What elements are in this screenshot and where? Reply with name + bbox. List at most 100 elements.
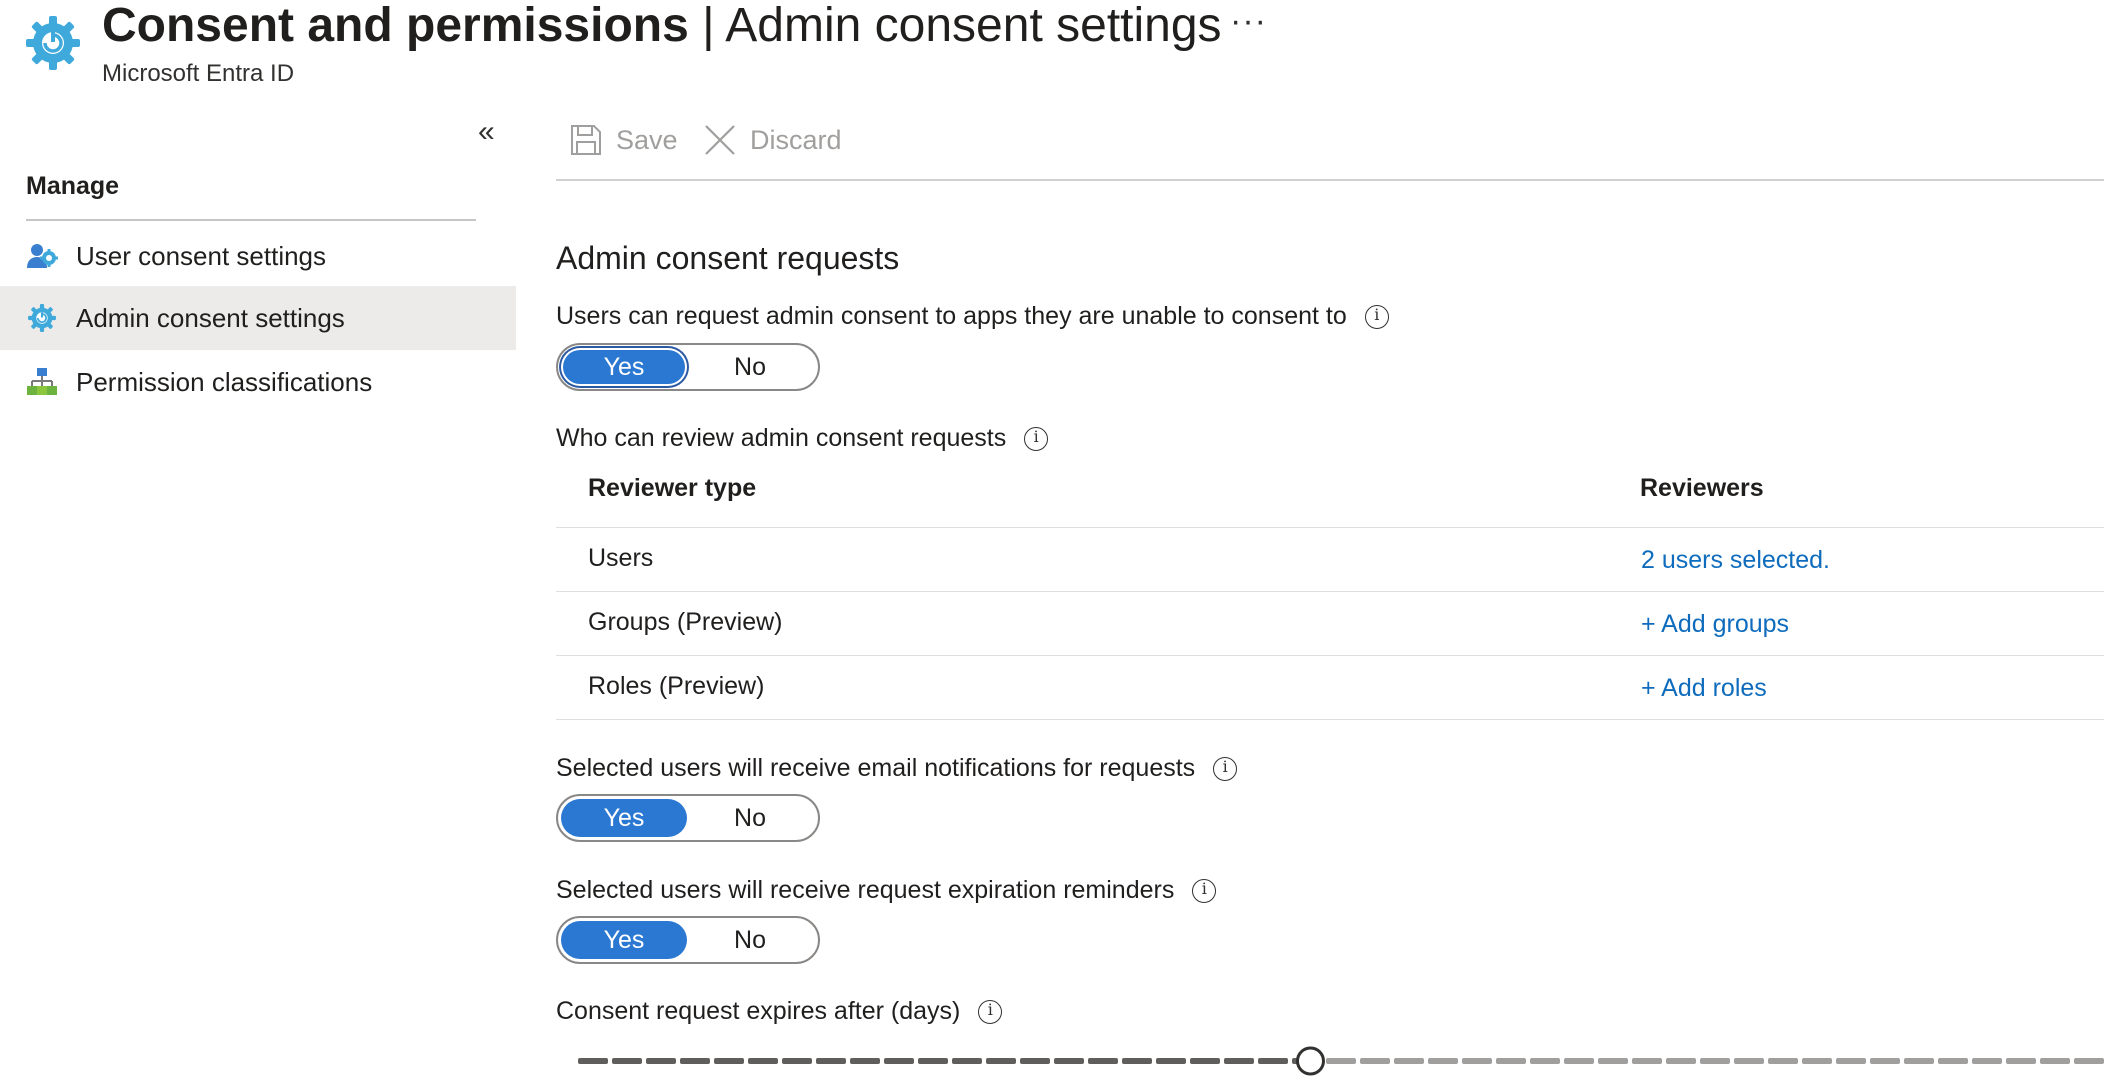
expiration-reminders-label-text: Selected users will receive request expi… bbox=[556, 876, 1175, 904]
discard-button[interactable]: Discard bbox=[704, 124, 842, 156]
slider-track-segment bbox=[1938, 1058, 1968, 1064]
manage-heading: Manage bbox=[26, 172, 120, 200]
request-consent-no[interactable]: No bbox=[687, 348, 813, 386]
request-consent-label-text: Users can request admin consent to apps … bbox=[556, 302, 1347, 330]
info-icon[interactable] bbox=[1364, 304, 1389, 329]
column-header-reviewer-type: Reviewer type bbox=[588, 474, 757, 502]
email-notifications-no[interactable]: No bbox=[687, 799, 813, 837]
slider-track-segment bbox=[1360, 1058, 1390, 1064]
slider-track-segment bbox=[2040, 1058, 2070, 1064]
users-selected-link[interactable]: 2 users selected. bbox=[1641, 546, 1830, 575]
slider-track-segment bbox=[1734, 1058, 1764, 1064]
table-row-divider bbox=[556, 591, 2104, 592]
save-button[interactable]: Save bbox=[570, 124, 678, 156]
slider-track-segment bbox=[1700, 1058, 1730, 1064]
slider-track-segment bbox=[612, 1058, 642, 1064]
reviewers-label-text: Who can review admin consent requests bbox=[556, 424, 1007, 452]
slider-track-segment bbox=[1904, 1058, 1934, 1064]
table-row-divider bbox=[556, 719, 2104, 720]
section-title: Admin consent requests bbox=[556, 240, 900, 276]
table-row-divider bbox=[556, 527, 2104, 528]
save-icon bbox=[571, 125, 601, 155]
expiration-reminders-label: Selected users will receive request expi… bbox=[556, 876, 1217, 905]
slider-track-segment bbox=[1768, 1058, 1798, 1064]
slider-track-segment bbox=[1190, 1058, 1220, 1064]
slider-track-segment bbox=[1020, 1058, 1050, 1064]
slider-track-segment bbox=[1258, 1058, 1288, 1064]
request-consent-label: Users can request admin consent to apps … bbox=[556, 302, 1389, 331]
slider-track-segment bbox=[1836, 1058, 1866, 1064]
slider-track-segment bbox=[1598, 1058, 1628, 1064]
slider-track-segment bbox=[1632, 1058, 1662, 1064]
sidebar-item-label: Admin consent settings bbox=[76, 302, 345, 333]
slider-track-segment bbox=[1496, 1058, 1526, 1064]
slider-track-segment bbox=[986, 1058, 1016, 1064]
info-icon[interactable] bbox=[978, 999, 1003, 1024]
slider-track-segment bbox=[2074, 1058, 2104, 1064]
slider-track-segment bbox=[1870, 1058, 1900, 1064]
sidebar-item-label: Permission classifications bbox=[76, 366, 373, 397]
slider-track-segment bbox=[1156, 1058, 1186, 1064]
manage-divider bbox=[26, 219, 476, 221]
slider-track-segment bbox=[578, 1058, 608, 1064]
slider-track-segment bbox=[782, 1058, 812, 1064]
slider-track-segment bbox=[952, 1058, 982, 1064]
reviewers-label: Who can review admin consent requests bbox=[556, 424, 1049, 453]
table-row-type: Groups (Preview) bbox=[588, 608, 783, 636]
info-icon[interactable] bbox=[1213, 756, 1238, 781]
slider-track-segment bbox=[1564, 1058, 1594, 1064]
slider-track-segment bbox=[1972, 1058, 2002, 1064]
expires-after-label-text: Consent request expires after (days) bbox=[556, 997, 961, 1025]
slider-track-segment bbox=[1088, 1058, 1118, 1064]
slider-track-segment bbox=[1428, 1058, 1458, 1064]
expiration-days-slider[interactable] bbox=[578, 1046, 2104, 1076]
sidebar-item-permission-classifications[interactable]: Permission classifications bbox=[0, 350, 516, 414]
page-title-rest: | Admin consent settings bbox=[688, 0, 1222, 52]
expiration-reminders-no[interactable]: No bbox=[687, 921, 813, 959]
email-notifications-label: Selected users will receive email notifi… bbox=[556, 754, 1238, 783]
slider-thumb[interactable] bbox=[1295, 1046, 1325, 1076]
hierarchy-icon bbox=[26, 366, 58, 398]
email-notifications-toggle[interactable]: Yes No bbox=[556, 794, 820, 842]
close-icon bbox=[705, 125, 735, 155]
expiration-reminders-toggle[interactable]: Yes No bbox=[556, 916, 820, 964]
slider-track-segment bbox=[1394, 1058, 1424, 1064]
gear-icon bbox=[24, 14, 82, 72]
sidebar-item-label: User consent settings bbox=[76, 240, 327, 271]
slider-track-segment bbox=[1462, 1058, 1492, 1064]
slider-track-segment bbox=[816, 1058, 846, 1064]
table-row-divider bbox=[556, 655, 2104, 656]
sidebar-item-user-consent-settings[interactable]: User consent settings bbox=[0, 224, 516, 288]
add-groups-link[interactable]: + Add groups bbox=[1641, 610, 1789, 639]
slider-track-segment bbox=[1802, 1058, 1832, 1064]
slider-track-segment bbox=[1122, 1058, 1152, 1064]
page-title: Consent and permissions | Admin consent … bbox=[102, 0, 1222, 56]
collapse-sidebar-button[interactable]: « bbox=[478, 117, 495, 147]
slider-track-segment bbox=[884, 1058, 914, 1064]
info-icon[interactable] bbox=[1024, 426, 1049, 451]
gear-icon bbox=[26, 302, 58, 334]
slider-track-segment bbox=[1530, 1058, 1560, 1064]
more-options-button[interactable]: ··· bbox=[1230, 2, 1267, 41]
email-notifications-yes[interactable]: Yes bbox=[561, 799, 687, 837]
discard-label: Discard bbox=[750, 124, 842, 155]
email-notifications-label-text: Selected users will receive email notifi… bbox=[556, 754, 1196, 782]
sidebar-item-admin-consent-settings[interactable]: Admin consent settings bbox=[0, 286, 516, 350]
add-roles-link[interactable]: + Add roles bbox=[1641, 674, 1767, 703]
slider-track-segment bbox=[680, 1058, 710, 1064]
slider-track-segment bbox=[1054, 1058, 1084, 1064]
slider-track-segment bbox=[748, 1058, 778, 1064]
request-consent-yes[interactable]: Yes bbox=[561, 348, 687, 386]
slider-track-segment bbox=[1326, 1058, 1356, 1064]
info-icon[interactable] bbox=[1192, 878, 1217, 903]
expiration-reminders-yes[interactable]: Yes bbox=[561, 921, 687, 959]
page-title-strong: Consent and permissions bbox=[102, 0, 689, 52]
slider-track-segment bbox=[1224, 1058, 1254, 1064]
table-row-type: Roles (Preview) bbox=[588, 672, 765, 700]
request-consent-toggle[interactable]: Yes No bbox=[556, 343, 820, 391]
expires-after-label: Consent request expires after (days) bbox=[556, 997, 1003, 1026]
table-row-type: Users bbox=[588, 544, 654, 572]
slider-track-segment bbox=[714, 1058, 744, 1064]
slider-track-segment bbox=[646, 1058, 676, 1064]
user-settings-icon bbox=[26, 240, 58, 272]
